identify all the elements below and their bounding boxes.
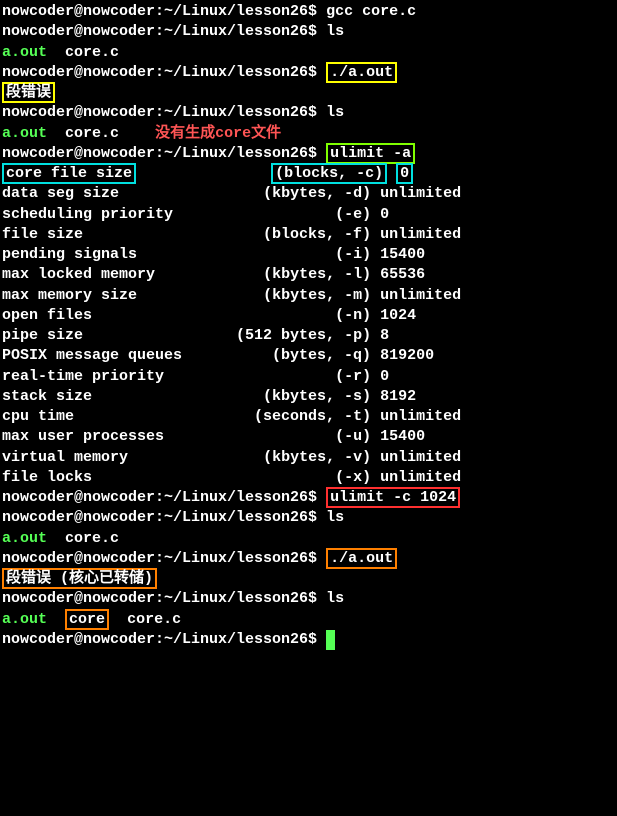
prompt: nowcoder@nowcoder:~/Linux/lesson26$: [2, 631, 326, 648]
terminal-line: a.out core.c: [2, 43, 617, 63]
prompt: nowcoder@nowcoder:~/Linux/lesson26$: [2, 590, 326, 607]
highlight-ulimit-c: ulimit -c 1024: [326, 487, 460, 508]
cmd-ls: ls: [326, 590, 344, 607]
file-corec: core.c: [65, 44, 119, 61]
terminal-line: nowcoder@nowcoder:~/Linux/lesson26$ ls: [2, 508, 617, 528]
prompt: nowcoder@nowcoder:~/Linux/lesson26$: [2, 145, 326, 162]
terminal-line: nowcoder@nowcoder:~/Linux/lesson26$ ulim…: [2, 144, 617, 164]
terminal-line: a.out core.c 没有生成core文件: [2, 124, 617, 144]
terminal-line: nowcoder@nowcoder:~/Linux/lesson26$ ./a.…: [2, 63, 617, 83]
ulimit-row: stack size (kbytes, -s) 8192: [2, 387, 617, 407]
prompt: nowcoder@nowcoder:~/Linux/lesson26$: [2, 104, 326, 121]
ulimit-row: file locks (-x) unlimited: [2, 468, 617, 488]
file-aout: a.out: [2, 44, 47, 61]
ulimit-row: open files (-n) 1024: [2, 306, 617, 326]
prompt: nowcoder@nowcoder:~/Linux/lesson26$: [2, 550, 326, 567]
cmd-ls: ls: [326, 509, 344, 526]
ulimit-row: virtual memory (kbytes, -v) unlimited: [2, 448, 617, 468]
terminal-line: a.out core.c: [2, 529, 617, 549]
annotation-no-core: 没有生成core文件: [155, 125, 281, 142]
ulimit-row: file size (blocks, -f) unlimited: [2, 225, 617, 245]
ulimit-row: real-time priority (-r) 0: [2, 367, 617, 387]
file-corec: core.c: [127, 611, 181, 628]
terminal-line: nowcoder@nowcoder:~/Linux/lesson26$ ulim…: [2, 488, 617, 508]
prompt: nowcoder@nowcoder:~/Linux/lesson26$: [2, 23, 326, 40]
file-aout: a.out: [2, 611, 47, 628]
terminal-line: nowcoder@nowcoder:~/Linux/lesson26$ ./a.…: [2, 549, 617, 569]
terminal-line: a.out core core.c: [2, 610, 617, 630]
ulimit-row: scheduling priority (-e) 0: [2, 205, 617, 225]
ulimit-row: max locked memory (kbytes, -l) 65536: [2, 265, 617, 285]
ulimit-row: POSIX message queues (bytes, -q) 819200: [2, 346, 617, 366]
ulimit-row: max user processes (-u) 15400: [2, 427, 617, 447]
terminal-line: 段错误: [2, 83, 617, 103]
highlight-ulimit-a: ulimit -a: [326, 143, 415, 164]
ulimit-row: core file size (blocks, -c) 0: [2, 164, 617, 184]
highlight-core-file: core: [65, 609, 109, 630]
terminal-line: nowcoder@nowcoder:~/Linux/lesson26$ ls: [2, 589, 617, 609]
prompt: nowcoder@nowcoder:~/Linux/lesson26$: [2, 64, 326, 81]
prompt: nowcoder@nowcoder:~/Linux/lesson26$: [2, 509, 326, 526]
terminal-line: nowcoder@nowcoder:~/Linux/lesson26$ ls: [2, 103, 617, 123]
highlight-run-cmd: ./a.out: [326, 62, 397, 83]
file-aout: a.out: [2, 530, 47, 547]
ulimit-row: max memory size (kbytes, -m) unlimited: [2, 286, 617, 306]
prompt: nowcoder@nowcoder:~/Linux/lesson26$: [2, 3, 326, 20]
ulimit-row: pipe size (512 bytes, -p) 8: [2, 326, 617, 346]
terminal-line: nowcoder@nowcoder:~/Linux/lesson26$ gcc …: [2, 2, 617, 22]
terminal-line: 段错误 (核心已转储): [2, 569, 617, 589]
file-corec: core.c: [65, 125, 119, 142]
ulimit-row: pending signals (-i) 15400: [2, 245, 617, 265]
file-corec: core.c: [65, 530, 119, 547]
cmd-gcc: gcc core.c: [326, 3, 416, 20]
highlight-run-cmd-2: ./a.out: [326, 548, 397, 569]
prompt: nowcoder@nowcoder:~/Linux/lesson26$: [2, 489, 326, 506]
ulimit-row: cpu time (seconds, -t) unlimited: [2, 407, 617, 427]
ulimit-row: data seg size (kbytes, -d) unlimited: [2, 184, 617, 204]
ulimit-output: core file size (blocks, -c) 0data seg si…: [2, 164, 617, 488]
file-aout: a.out: [2, 125, 47, 142]
cursor-icon: [326, 630, 335, 650]
terminal-line: nowcoder@nowcoder:~/Linux/lesson26$: [2, 630, 617, 650]
highlight-segfault: 段错误: [2, 82, 55, 103]
terminal-line: nowcoder@nowcoder:~/Linux/lesson26$ ls: [2, 22, 617, 42]
highlight-segfault-dumped: 段错误 (核心已转储): [2, 568, 157, 589]
cmd-ls: ls: [326, 104, 344, 121]
cmd-ls: ls: [326, 23, 344, 40]
